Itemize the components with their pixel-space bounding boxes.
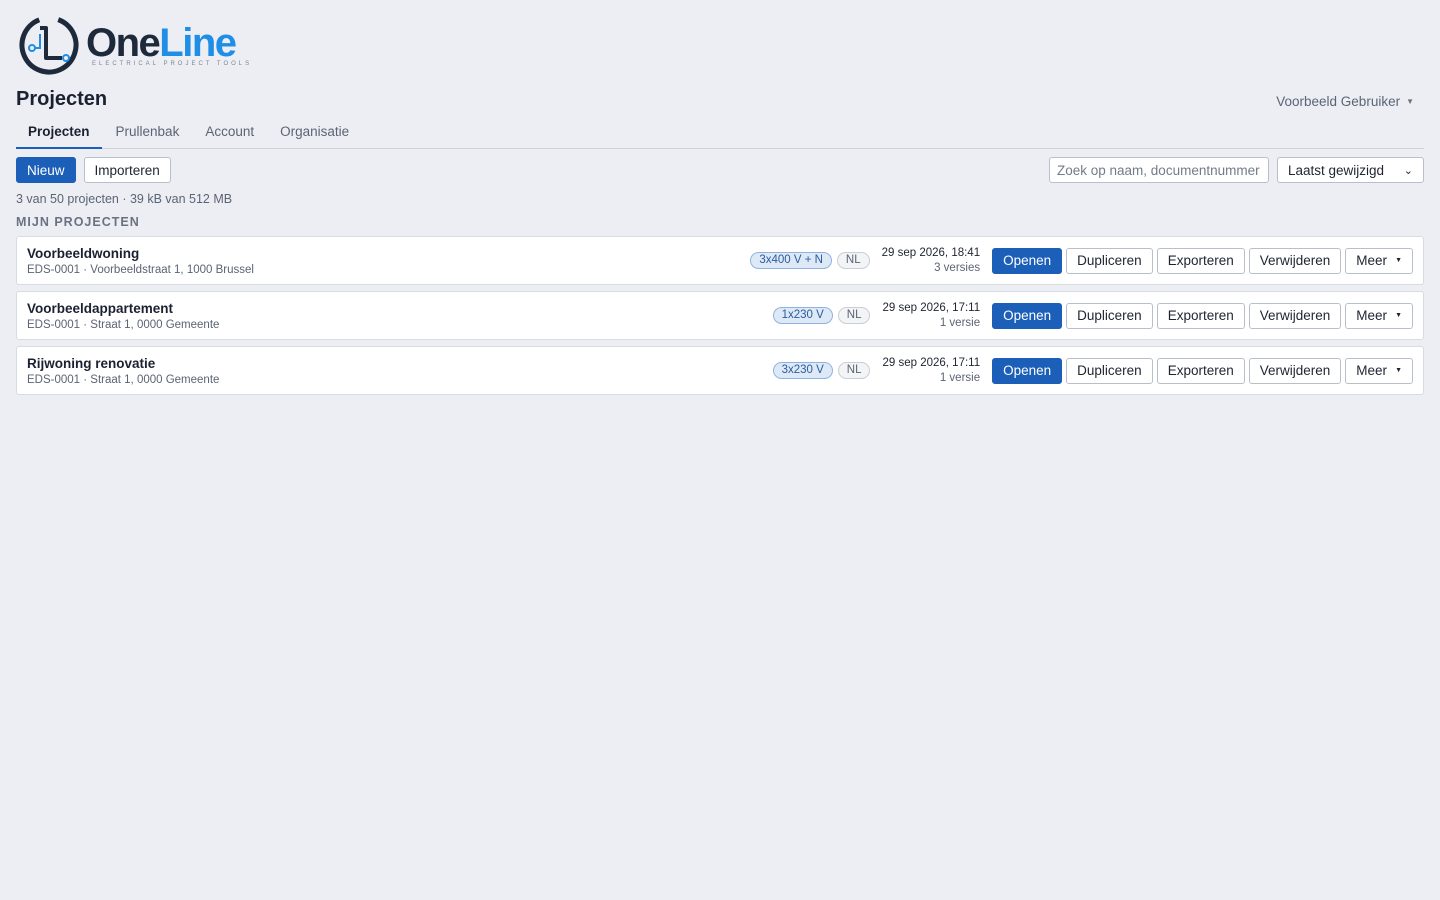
main-tabs: Projecten Prullenbak Account Organisatie: [16, 118, 1424, 149]
more-button[interactable]: Meer ▼: [1345, 247, 1413, 274]
user-name: Voorbeeld Gebruiker: [1276, 94, 1401, 109]
tab-prullenbak[interactable]: Prullenbak: [104, 118, 192, 149]
project-meta: EDS-0001 · Straat 1, 0000 Gemeente: [27, 374, 220, 386]
modified-date: 29 sep 2026, 18:41: [881, 246, 981, 259]
export-button[interactable]: Exporteren: [1156, 357, 1245, 384]
page-title: Projecten: [16, 88, 108, 110]
modified-date: 29 sep 2026, 17:11: [882, 356, 981, 369]
delete-button[interactable]: Verwijderen: [1248, 302, 1342, 329]
tab-projecten[interactable]: Projecten: [16, 118, 102, 149]
more-label: Meer: [1356, 363, 1388, 378]
logo-mark-icon: [19, 15, 79, 75]
voltage-badge: 3x400 V + N: [750, 252, 832, 269]
project-list: Voorbeeldwoning EDS-0001 · Voorbeeldstra…: [16, 236, 1424, 401]
caret-down-icon: ▼: [1395, 312, 1402, 319]
open-button[interactable]: Openen: [992, 357, 1063, 384]
project-card: Voorbeeldwoning EDS-0001 · Voorbeeldstra…: [16, 236, 1424, 285]
project-card: Rijwoning renovatie EDS-0001 · Straat 1,…: [16, 346, 1424, 395]
new-project-button[interactable]: Nieuw: [16, 157, 76, 183]
toolbar: Nieuw Importeren Laatst gewijzigd ⌄: [16, 157, 1424, 184]
export-button[interactable]: Exporteren: [1156, 247, 1245, 274]
sort-value: Laatst gewijzigd: [1288, 162, 1385, 178]
delete-button[interactable]: Verwijderen: [1248, 357, 1342, 384]
version-count: 3 versies: [934, 261, 981, 274]
more-button[interactable]: Meer ▼: [1345, 302, 1413, 329]
caret-down-icon: ▼: [1395, 367, 1402, 374]
delete-button[interactable]: Verwijderen: [1248, 247, 1342, 274]
more-label: Meer: [1356, 253, 1388, 268]
tab-organisatie[interactable]: Organisatie: [268, 118, 361, 149]
logo-tagline: ELECTRICAL PROJECT TOOLS: [92, 61, 253, 67]
section-title: MIJN PROJECTEN: [16, 215, 140, 229]
version-count: 1 versie: [939, 316, 981, 329]
project-card: Voorbeeldappartement EDS-0001 · Straat 1…: [16, 291, 1424, 340]
project-name: Voorbeeldwoning: [27, 246, 140, 261]
duplicate-button[interactable]: Dupliceren: [1066, 302, 1153, 329]
caret-down-icon: ▼: [1395, 257, 1402, 264]
language-badge: NL: [837, 307, 871, 324]
tab-account[interactable]: Account: [193, 118, 266, 149]
duplicate-button[interactable]: Dupliceren: [1066, 247, 1153, 274]
more-button[interactable]: Meer ▼: [1345, 357, 1413, 384]
voltage-badge: 3x230 V: [772, 362, 833, 379]
chevron-down-icon: ⌄: [1403, 164, 1413, 177]
project-name: Voorbeeldappartement: [27, 301, 174, 316]
project-name: Rijwoning renovatie: [27, 356, 156, 371]
import-button[interactable]: Importeren: [83, 157, 171, 183]
duplicate-button[interactable]: Dupliceren: [1066, 357, 1153, 384]
project-summary: 3 van 50 projecten · 39 kB van 512 MB: [16, 192, 233, 206]
modified-date: 29 sep 2026, 17:11: [882, 301, 981, 314]
version-count: 1 versie: [939, 371, 981, 384]
project-meta: EDS-0001 · Straat 1, 0000 Gemeente: [27, 319, 220, 331]
search-input[interactable]: [1049, 157, 1269, 183]
user-menu[interactable]: Voorbeeld Gebruiker ▼: [1276, 94, 1414, 109]
open-button[interactable]: Openen: [992, 247, 1063, 274]
export-button[interactable]: Exporteren: [1156, 302, 1245, 329]
logo-wordmark: OneLine: [86, 21, 237, 65]
caret-down-icon: ▼: [1406, 97, 1414, 106]
more-label: Meer: [1356, 308, 1388, 323]
oneline-logo[interactable]: OneLine ELECTRICAL PROJECT TOOLS: [18, 14, 252, 76]
sort-select[interactable]: Laatst gewijzigd ⌄: [1277, 157, 1424, 183]
language-badge: NL: [837, 362, 871, 379]
open-button[interactable]: Openen: [992, 302, 1063, 329]
project-meta: EDS-0001 · Voorbeeldstraat 1, 1000 Bruss…: [27, 264, 254, 276]
voltage-badge: 1x230 V: [772, 307, 833, 324]
language-badge: NL: [836, 252, 870, 269]
